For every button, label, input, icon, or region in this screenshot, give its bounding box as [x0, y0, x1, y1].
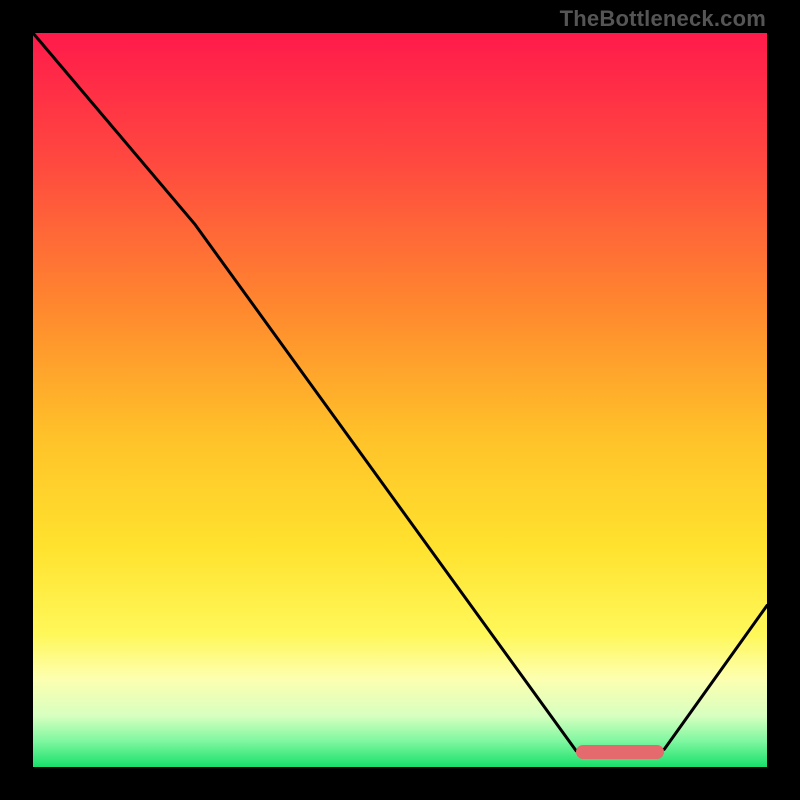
optimum-marker — [576, 745, 664, 759]
plot-area — [33, 33, 767, 767]
chart-frame: TheBottleneck.com — [0, 0, 800, 800]
watermark-text: TheBottleneck.com — [560, 6, 766, 32]
bottleneck-curve — [33, 33, 767, 767]
